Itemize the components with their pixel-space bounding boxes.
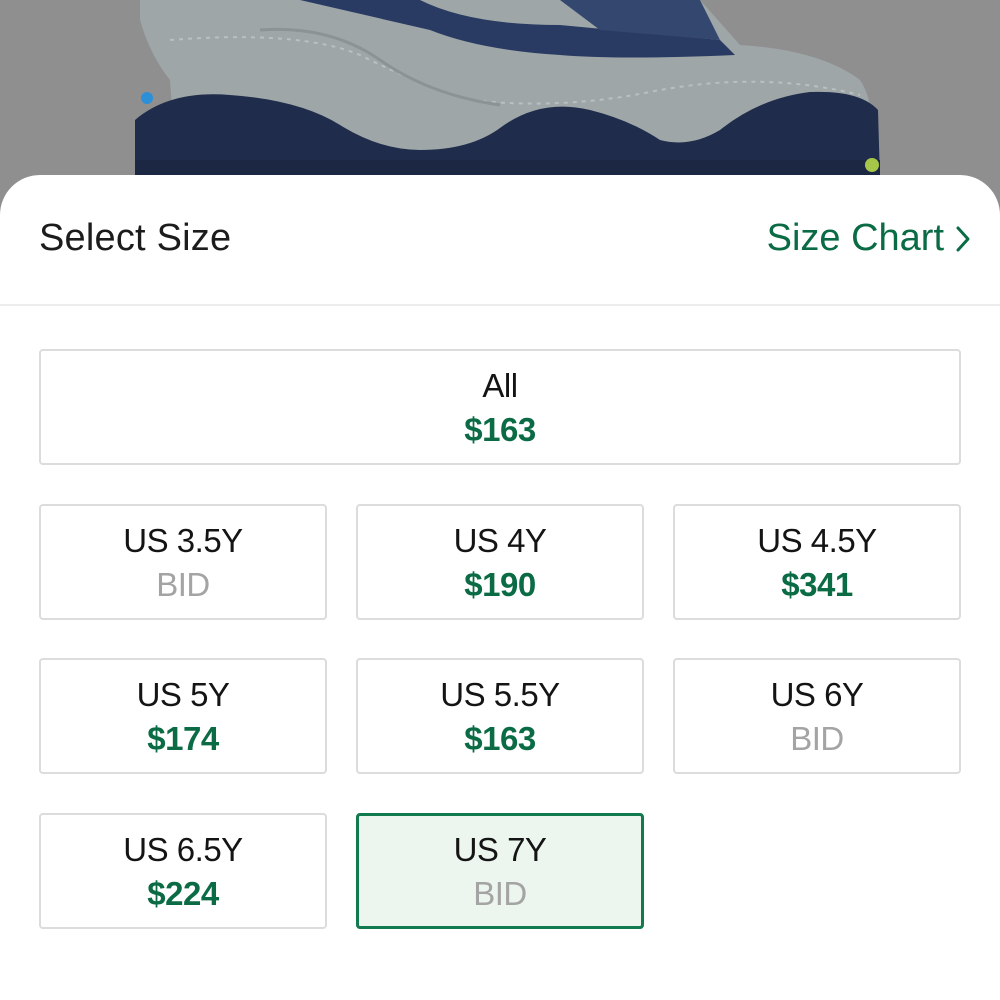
- size-tile-us-7y[interactable]: US 7Y BID: [356, 813, 644, 929]
- size-label: US 6Y: [770, 676, 864, 713]
- size-price: $341: [781, 566, 853, 603]
- size-price: $163: [464, 411, 536, 448]
- size-tile-us-5-5y[interactable]: US 5.5Y $163: [356, 658, 644, 774]
- size-label: US 4.5Y: [757, 522, 877, 559]
- size-price: $163: [464, 720, 536, 757]
- size-label: US 5Y: [136, 676, 230, 713]
- size-tile-us-4y[interactable]: US 4Y $190: [356, 504, 644, 620]
- size-tile-us-4-5y[interactable]: US 4.5Y $341: [673, 504, 961, 620]
- size-price: $174: [147, 720, 219, 757]
- size-label: US 6.5Y: [123, 831, 243, 868]
- size-tile-us-5y[interactable]: US 5Y $174: [39, 658, 327, 774]
- size-label: All: [482, 367, 518, 404]
- size-tile-us-6-5y[interactable]: US 6.5Y $224: [39, 813, 327, 929]
- size-price: BID: [790, 720, 844, 757]
- size-price: BID: [473, 875, 527, 912]
- size-tile-all[interactable]: All $163: [39, 349, 961, 465]
- size-price: BID: [156, 566, 210, 603]
- size-tile-us-3-5y[interactable]: US 3.5Y BID: [39, 504, 327, 620]
- size-price: $224: [147, 875, 219, 912]
- size-tile-us-6y[interactable]: US 6Y BID: [673, 658, 961, 774]
- size-grid: All $163 US 3.5Y BID US 4Y $190 US 4.5Y …: [0, 175, 1000, 1000]
- size-label: US 3.5Y: [123, 522, 243, 559]
- size-label: US 7Y: [453, 831, 547, 868]
- size-label: US 5.5Y: [440, 676, 560, 713]
- size-price: $190: [464, 566, 536, 603]
- sneaker-illustration: [135, 0, 880, 200]
- size-label: US 4Y: [453, 522, 547, 559]
- size-selector-sheet: Select Size Size Chart All $163 US 3.5Y …: [0, 175, 1000, 1000]
- product-image: [0, 0, 1000, 200]
